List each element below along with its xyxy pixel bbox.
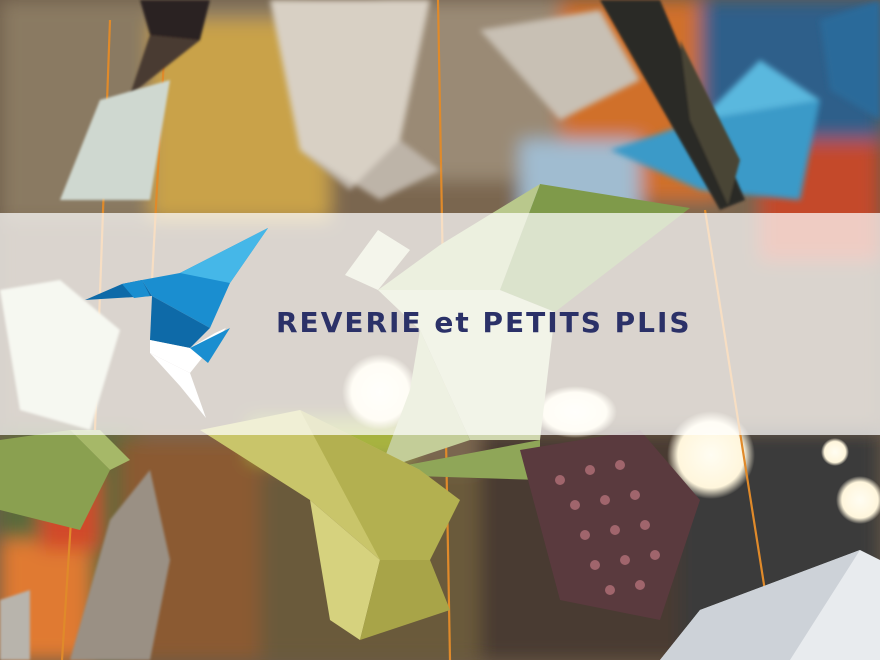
origami-hummingbird-icon	[85, 228, 268, 418]
brand-name: REVERIE et PETITS PLIS	[276, 306, 692, 339]
